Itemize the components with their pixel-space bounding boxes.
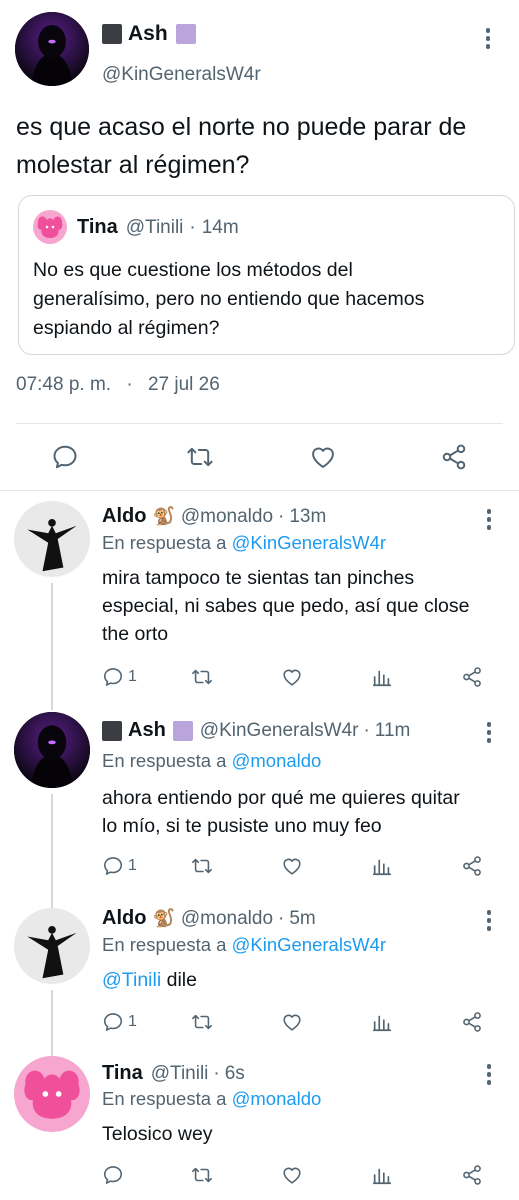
thread-line [51,794,53,898]
reply-text: ahora entiendo por qué me quieres quitar… [102,787,460,837]
reply-count: 1 [128,668,137,685]
reply-author-name[interactable]: Aldo [102,505,146,528]
more-icon[interactable] [486,910,492,934]
replying-to: En respuesta a @monaldo [102,1088,322,1109]
retweet-icon[interactable] [191,1011,213,1033]
reply-icon[interactable] [51,443,79,471]
like-icon[interactable] [281,855,303,877]
reply-author-handle[interactable]: @Tinili [151,1063,209,1085]
square-emoji-purple [175,24,196,44]
avatar[interactable] [14,501,90,577]
share-icon[interactable] [461,855,483,877]
more-icon[interactable] [486,1064,492,1088]
retweet-icon[interactable] [191,855,213,877]
reply-icon[interactable]: 1 [102,1011,137,1033]
reply-text: Telosico wey [102,1123,213,1145]
monkey-emoji: 🐒 [152,908,175,928]
reply-count: 1 [128,857,137,874]
thread-line [51,1044,53,1056]
quote-text: No es que cuestione los métodos del gene… [33,259,425,339]
reply-tweet[interactable]: Aldo 🐒 @monaldo · 13m En respuesta a @Ki… [0,491,519,700]
reply-tweet[interactable]: Ash @KinGeneralsW4r · 11m En respuesta a… [0,700,519,898]
reply-text: mira tampoco te sientas tan pinches espe… [102,567,470,645]
thread-line [51,583,53,700]
reply-time: 6s [224,1062,245,1084]
retweet-icon[interactable] [191,666,213,688]
monkey-emoji: 🐒 [152,506,175,526]
reply-header: Aldo 🐒 @monaldo · 5m [102,907,316,930]
reply-to-handle[interactable]: @monaldo [232,750,322,771]
reply-icon[interactable]: 1 [102,855,137,877]
reply-author-name[interactable]: Tina [102,1062,143,1085]
author-name-row[interactable]: Ash [102,22,196,46]
reply-author-name[interactable]: Aldo [102,907,146,930]
author-name: Ash [128,22,168,45]
thread-line [51,700,53,710]
reply-header: Aldo 🐒 @monaldo · 13m [102,505,327,528]
views-icon[interactable] [371,666,393,688]
reply-header: Ash @KinGeneralsW4r · 11m [102,719,410,742]
main-tweet: Ash @KinGeneralsW4r es que acaso el nort… [0,0,519,491]
reply-to-handle[interactable]: @KinGeneralsW4r [232,532,387,553]
reply-to-handle[interactable]: @monaldo [232,1088,322,1109]
like-icon[interactable] [281,1011,303,1033]
share-icon[interactable] [461,666,483,688]
quote-author-handle: @Tinili [125,216,184,238]
reply-time: 13m [289,505,327,527]
retweet-icon[interactable] [191,1164,213,1186]
reply-time: 5m [289,907,316,929]
quoted-tweet[interactable]: Tina @Tinili · 14m No es que cuestione l… [18,195,515,355]
avatar[interactable] [15,12,89,86]
like-icon[interactable] [281,1164,303,1186]
divider [16,423,503,424]
replying-to: En respuesta a @KinGeneralsW4r [102,934,387,955]
replying-to: En respuesta a @monaldo [102,750,322,771]
share-icon[interactable] [440,443,468,471]
thread-line [51,898,53,908]
reply-author-handle[interactable]: @monaldo [181,506,273,528]
avatar[interactable] [14,908,90,984]
avatar[interactable] [14,712,90,788]
quote-author-name: Tina [77,216,118,238]
reply-text: @Tinili dile [102,969,197,991]
reply-author-handle[interactable]: @monaldo [181,908,273,930]
thread-line [51,990,53,1044]
square-emoji-dark [102,720,122,741]
reply-count: 1 [128,1013,137,1030]
more-icon[interactable] [485,28,491,52]
more-icon[interactable] [486,509,492,533]
reply-tweet[interactable]: Tina @Tinili · 6s En respuesta a @monald… [0,1044,519,1200]
reply-author-handle[interactable]: @KinGeneralsW4r [200,720,359,742]
like-icon[interactable] [309,443,337,471]
reply-icon[interactable]: 1 [102,666,137,688]
quote-author-row: Tina @Tinili · 14m [77,216,239,239]
more-icon[interactable] [486,722,492,746]
views-icon[interactable] [371,855,393,877]
share-icon[interactable] [461,1011,483,1033]
reply-to-handle[interactable]: @KinGeneralsW4r [232,934,387,955]
separator: · [189,216,196,238]
reply-author-name[interactable]: Ash [128,719,166,742]
views-icon[interactable] [371,1164,393,1186]
author-handle[interactable]: @KinGeneralsW4r [102,64,261,86]
reply-time: 11m [374,719,411,741]
tweet-text: es que acaso el norte no puede parar de … [16,113,467,179]
like-icon[interactable] [281,666,303,688]
reply-icon[interactable] [102,1164,124,1186]
avatar[interactable] [14,1056,90,1132]
reply-tweet[interactable]: Aldo 🐒 @monaldo · 5m En respuesta a @Kin… [0,898,519,1044]
square-emoji-purple [172,720,193,741]
quote-time: 14m [201,216,239,238]
mention-link[interactable]: @Tinili [102,969,161,991]
reply-header: Tina @Tinili · 6s [102,1062,245,1085]
views-icon[interactable] [371,1011,393,1033]
tweet-timestamp[interactable]: 07:48 p. m. · 27 jul 26 [16,374,220,396]
avatar [33,210,67,244]
retweet-icon[interactable] [186,443,214,471]
square-emoji-dark [102,24,122,44]
replying-to: En respuesta a @KinGeneralsW4r [102,532,387,553]
share-icon[interactable] [461,1164,483,1186]
